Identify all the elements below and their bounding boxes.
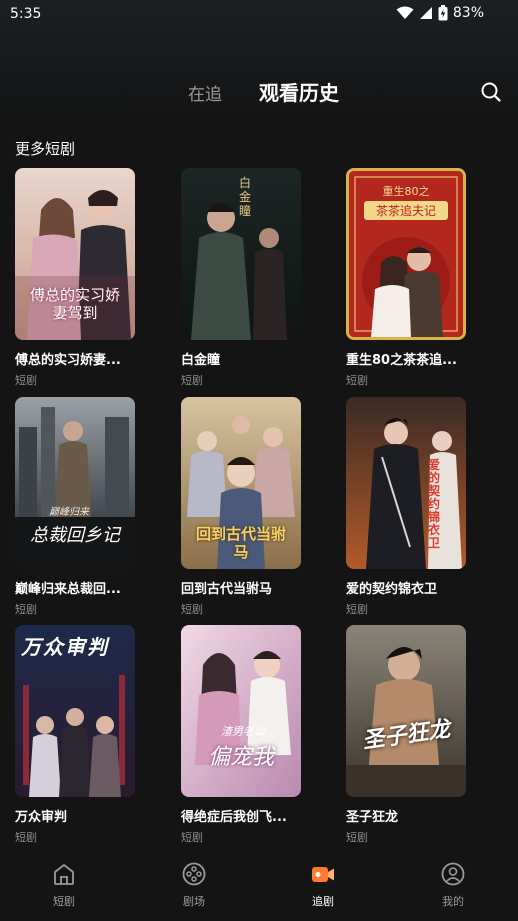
drama-poster[interactable]: 白金瞳	[181, 168, 301, 340]
tab-following[interactable]: 在追	[188, 80, 222, 105]
battery-icon	[438, 5, 448, 21]
poster-subtitle: 巅峰归来	[49, 507, 89, 518]
drama-title[interactable]: 万众审判	[15, 806, 135, 825]
drama-tag: 短剧	[181, 831, 203, 844]
drama-tag: 短剧	[346, 603, 368, 616]
nav-label: 追剧	[312, 895, 334, 908]
poster-title: 傅总的实习娇妻驾到	[29, 286, 120, 322]
search-icon[interactable]	[479, 80, 503, 104]
drama-title[interactable]: 巅峰归来总裁回...	[15, 578, 135, 597]
nav-label: 剧场	[183, 895, 205, 908]
drama-tag: 短剧	[346, 831, 368, 844]
poster-title: 偏宠我	[207, 745, 274, 770]
drama-card[interactable]: 傅总的实习娇妻驾到 傅总的实习娇妻... 短剧	[15, 168, 135, 388]
profile-icon	[441, 862, 465, 886]
drama-card[interactable]: 白金瞳 白金瞳 短剧	[181, 168, 301, 388]
drama-title[interactable]: 白金瞳	[181, 349, 301, 368]
drama-card[interactable]: 万众审判 万众审判 短剧	[15, 625, 135, 845]
drama-poster[interactable]: 渣男老公 偏宠我	[181, 625, 301, 797]
drama-card[interactable]: 回到古代当驸马 回到古代当驸马 短剧	[181, 397, 301, 617]
drama-poster[interactable]: 傅总的实习娇妻驾到	[15, 168, 135, 340]
poster-title: 爱的契约锦衣卫	[428, 458, 441, 550]
status-bar: 5:35 83%	[0, 0, 518, 30]
status-time: 5:35	[10, 6, 42, 22]
nav-label: 短剧	[53, 895, 75, 908]
drama-card[interactable]: 圣子狂龙 圣子狂龙 短剧	[346, 625, 466, 845]
drama-poster[interactable]: 爱的契约锦衣卫	[346, 397, 466, 569]
poster-title: 白金瞳	[239, 176, 252, 218]
drama-title[interactable]: 回到古代当驸马	[181, 578, 301, 597]
drama-title[interactable]: 傅总的实习娇妻...	[15, 349, 135, 368]
drama-poster[interactable]: 圣子狂龙	[346, 625, 466, 797]
drama-card[interactable]: 渣男老公 偏宠我 得绝症后我创飞... 短剧	[181, 625, 301, 845]
nav-item-short-drama[interactable]: 短剧	[29, 861, 99, 909]
drama-tag: 短剧	[181, 603, 203, 616]
home-icon	[54, 864, 74, 885]
top-tab-bar: 在追 观看历史	[0, 72, 518, 112]
drama-tag: 短剧	[346, 374, 368, 387]
drama-title[interactable]: 重生80之茶茶追...	[346, 349, 466, 368]
drama-title[interactable]: 爱的契约锦衣卫	[346, 578, 466, 597]
battery-percent: 83%	[452, 5, 484, 21]
nav-item-theater[interactable]: 剧场	[159, 861, 229, 909]
poster-title: 重生80之	[382, 185, 430, 198]
signal-icon	[419, 7, 432, 19]
drama-card[interactable]: 巅峰归来 总裁回乡记 巅峰归来总裁回... 短剧	[15, 397, 135, 617]
drama-tag: 短剧	[181, 374, 203, 387]
nav-item-following[interactable]: 追剧	[288, 861, 358, 909]
drama-poster[interactable]: 重生80之 茶茶追夫记	[346, 168, 466, 340]
poster-title: 万众审判	[21, 635, 109, 659]
drama-poster[interactable]: 巅峰归来 总裁回乡记	[15, 397, 135, 569]
drama-tag: 短剧	[15, 603, 37, 616]
drama-title[interactable]: 圣子狂龙	[346, 806, 466, 825]
poster-title: 回到古代当驸马	[195, 525, 286, 561]
section-title: 更多短剧	[15, 140, 76, 158]
poster-subtitle: 茶茶追夫记	[364, 201, 448, 220]
film-reel-icon	[182, 862, 206, 886]
drama-poster[interactable]: 回到古代当驸马	[181, 397, 301, 569]
tab-watch-history[interactable]: 观看历史	[259, 77, 339, 106]
drama-card[interactable]: 爱的契约锦衣卫 爱的契约锦衣卫 短剧	[346, 397, 466, 617]
bottom-nav: 短剧 剧场 追剧 我的	[0, 851, 518, 921]
drama-title[interactable]: 得绝症后我创飞...	[181, 806, 301, 825]
drama-tag: 短剧	[15, 374, 37, 387]
status-icons: 83%	[396, 5, 484, 21]
drama-tag: 短剧	[15, 831, 37, 844]
poster-title: 总裁回乡记	[30, 525, 120, 546]
wifi-icon	[396, 6, 414, 19]
nav-label: 我的	[442, 895, 464, 908]
drama-poster[interactable]: 万众审判	[15, 625, 135, 797]
poster-subtitle: 渣男老公	[221, 725, 265, 738]
video-camera-icon	[312, 867, 334, 882]
nav-item-profile[interactable]: 我的	[418, 861, 488, 909]
drama-card[interactable]: 重生80之 茶茶追夫记 重生80之茶茶追... 短剧	[346, 168, 466, 388]
